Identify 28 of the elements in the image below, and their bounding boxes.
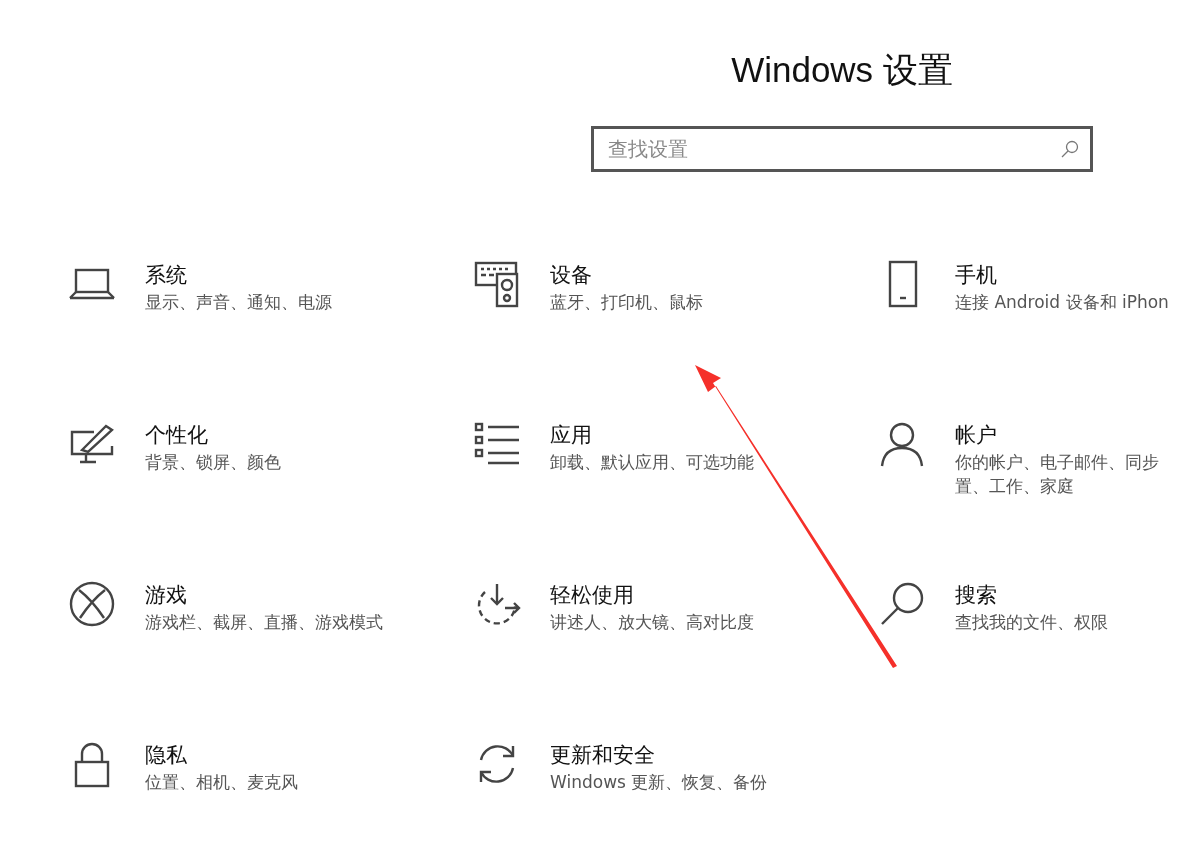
- tile-title[interactable]: 手机: [955, 262, 1169, 288]
- tile-description: 背景、锁屏、颜色: [145, 451, 281, 474]
- tile-title[interactable]: 轻松使用: [550, 582, 754, 608]
- tile-title[interactable]: 更新和安全: [550, 742, 768, 768]
- tile-description: 卸载、默认应用、可选功能: [550, 451, 754, 474]
- tile-description: 连接 Android 设备和 iPhon: [955, 291, 1169, 314]
- tile-description: Windows 更新、恢复、备份: [550, 771, 768, 794]
- search-icon: [1061, 140, 1079, 158]
- search-field[interactable]: 查找设置: [591, 126, 1093, 172]
- tile-description: 讲述人、放大镜、高对比度: [550, 611, 754, 634]
- tile-description: 你的帐户、电子邮件、同步: [955, 451, 1159, 474]
- tile-description: 查找我的文件、权限: [955, 611, 1108, 634]
- tile-title[interactable]: 系统: [145, 262, 332, 288]
- person-icon: [878, 420, 926, 468]
- tile-title[interactable]: 隐私: [145, 742, 298, 768]
- tile-description: 蓝牙、打印机、鼠标: [550, 291, 703, 314]
- tile-title[interactable]: 设备: [550, 262, 703, 288]
- window-title: Windows 设置: [730, 50, 954, 90]
- keyboard-speaker-icon: [473, 260, 521, 308]
- tile-title[interactable]: 应用: [550, 422, 754, 448]
- tile-title[interactable]: 搜索: [955, 582, 1108, 608]
- tile-description: 位置、相机、麦克风: [145, 771, 298, 794]
- tile-title[interactable]: 游戏: [145, 582, 383, 608]
- tile-description: 游戏栏、截屏、直播、游戏模式: [145, 611, 383, 634]
- tile-description: 置、工作、家庭: [955, 475, 1075, 498]
- tile-title[interactable]: 个性化: [145, 422, 281, 448]
- tile-description: 显示、声音、通知、电源: [145, 291, 332, 314]
- tile-title[interactable]: 帐户: [955, 422, 1159, 448]
